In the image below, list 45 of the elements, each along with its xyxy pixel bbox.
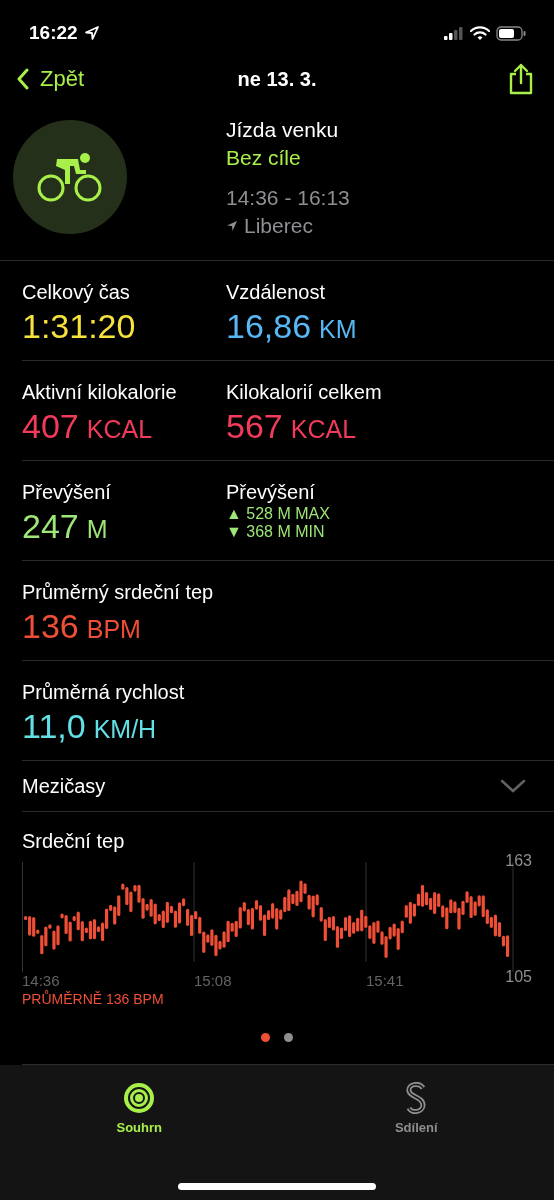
stat-label: Převýšení <box>226 480 315 505</box>
stat-label: Aktivní kilokalorie <box>22 380 177 405</box>
tab[interactable]: Souhrn <box>110 1081 168 1136</box>
splits-row[interactable]: Mezičasy <box>22 761 554 812</box>
stat-value: 1:31:20 <box>22 306 136 347</box>
status-time: 16:22 <box>29 22 78 44</box>
axis-label: 15:08 <box>194 972 232 989</box>
average-heart-rate: PRŮMĚRNĚ 136 BPM <box>22 991 165 1007</box>
location-arrow-icon <box>226 220 238 232</box>
cyclist-icon <box>36 152 104 202</box>
stat-label: Průměrný srdeční tep <box>22 580 214 605</box>
battery-icon <box>496 25 526 41</box>
stat-label: Průměrná rychlost <box>22 680 185 705</box>
min-elevation: ▼ 368 M MIN <box>226 523 325 541</box>
share-button[interactable] <box>508 63 534 95</box>
workout-name: Jízda venku <box>226 117 340 143</box>
time-range: 14:36 - 16:13 <box>226 185 350 211</box>
tab[interactable]: Sdílení <box>388 1081 444 1136</box>
page-dot[interactable] <box>261 1033 270 1042</box>
page-dot[interactable] <box>284 1033 293 1042</box>
page-title: ne 13. 3. <box>237 67 317 91</box>
stat-label: Celkový čas <box>22 280 130 305</box>
rings-icon <box>123 1082 156 1114</box>
stat-label: Kilokalorií celkem <box>226 380 382 405</box>
stat-value: 136 BPM <box>22 606 141 647</box>
stat-value: 11,0 KM/H <box>22 706 157 747</box>
stat-value: 16,86 KM <box>226 306 357 347</box>
axis-label: 163 <box>505 852 532 870</box>
stat-value: 567 KCAL <box>226 406 357 447</box>
axis-label: 105 <box>505 968 532 986</box>
location: Liberec <box>244 213 313 239</box>
back-button[interactable]: Zpět <box>16 66 85 92</box>
workout-goal: Bez cíle <box>226 145 302 171</box>
stat-label: Vzdálenost <box>226 280 325 305</box>
max-elevation: ▲ 528 M MAX <box>226 505 330 523</box>
location-arrow-icon <box>83 25 100 41</box>
signal-icon <box>444 26 464 40</box>
stat-label: Převýšení <box>22 480 111 505</box>
wifi-icon <box>470 25 490 41</box>
stat-value: 247 M <box>22 506 108 547</box>
axis-label: 15:41 <box>366 972 404 989</box>
chevron-left-icon <box>16 68 30 90</box>
stat-value: 407 KCAL <box>22 406 153 447</box>
axis-label: 14:36 <box>22 972 60 989</box>
chart-title: Srdeční tep <box>22 829 125 854</box>
